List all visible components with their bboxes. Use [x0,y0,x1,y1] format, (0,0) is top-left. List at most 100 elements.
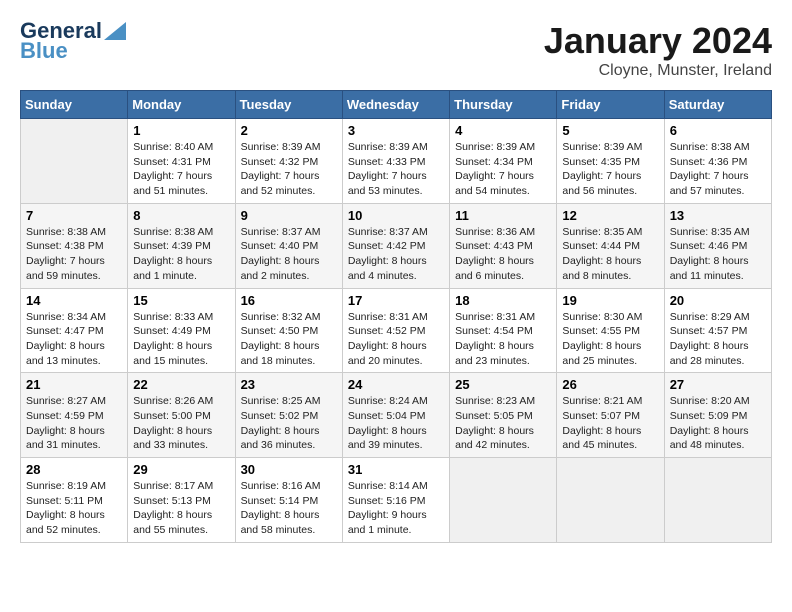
calendar-week-4: 21Sunrise: 8:27 AMSunset: 4:59 PMDayligh… [21,373,772,458]
calendar-cell: 4 Sunrise: 8:39 AMSunset: 4:34 PMDaylight… [450,119,557,204]
day-number: 2 [241,123,337,138]
title-section: January 2024 Cloyne, Munster, Ireland [544,20,772,80]
day-number: 6 [670,123,766,138]
calendar-cell: 26Sunrise: 8:21 AMSunset: 5:07 PMDayligh… [557,373,664,458]
day-info: Sunrise: 8:37 AMSunset: 4:40 PMDaylight:… [241,225,337,284]
day-number: 14 [26,293,122,308]
header-thursday: Thursday [450,91,557,119]
logo: General Blue [20,20,126,62]
day-number: 17 [348,293,444,308]
calendar-cell: 9Sunrise: 8:37 AMSunset: 4:40 PMDaylight… [235,203,342,288]
day-info: Sunrise: 8:17 AMSunset: 5:13 PMDaylight:… [133,479,229,538]
day-info: Sunrise: 8:39 AMSunset: 4:33 PMDaylight:… [348,140,444,199]
day-number: 7 [26,208,122,223]
day-info: Sunrise: 8:38 AMSunset: 4:36 PMDaylight:… [670,140,766,199]
calendar-cell: 3 Sunrise: 8:39 AMSunset: 4:33 PMDaylight… [342,119,449,204]
calendar-cell [21,119,128,204]
calendar-table: SundayMondayTuesdayWednesdayThursdayFrid… [20,90,772,543]
day-number: 20 [670,293,766,308]
day-number: 8 [133,208,229,223]
calendar-cell [450,458,557,543]
day-info: Sunrise: 8:16 AMSunset: 5:14 PMDaylight:… [241,479,337,538]
calendar-cell: 25Sunrise: 8:23 AMSunset: 5:05 PMDayligh… [450,373,557,458]
day-number: 13 [670,208,766,223]
day-info: Sunrise: 8:35 AMSunset: 4:44 PMDaylight:… [562,225,658,284]
day-number: 22 [133,377,229,392]
day-number: 12 [562,208,658,223]
day-info: Sunrise: 8:39 AMSunset: 4:32 PMDaylight:… [241,140,337,199]
header-tuesday: Tuesday [235,91,342,119]
calendar-cell: 6 Sunrise: 8:38 AMSunset: 4:36 PMDaylight… [664,119,771,204]
calendar-cell: 18Sunrise: 8:31 AMSunset: 4:54 PMDayligh… [450,288,557,373]
calendar-cell: 15 Sunrise: 8:33 AMSunset: 4:49 PMDayligh… [128,288,235,373]
calendar-cell: 1 Sunrise: 8:40 AMSunset: 4:31 PMDaylight… [128,119,235,204]
day-info: Sunrise: 8:21 AMSunset: 5:07 PMDaylight:… [562,394,658,453]
header-friday: Friday [557,91,664,119]
logo-icon [104,22,126,40]
day-info: Sunrise: 8:36 AMSunset: 4:43 PMDaylight:… [455,225,551,284]
day-info: Sunrise: 8:40 AMSunset: 4:31 PMDaylight:… [133,140,229,199]
calendar-cell: 7 Sunrise: 8:38 AMSunset: 4:38 PMDaylight… [21,203,128,288]
calendar-cell: 2 Sunrise: 8:39 AMSunset: 4:32 PMDaylight… [235,119,342,204]
day-number: 27 [670,377,766,392]
day-info: Sunrise: 8:20 AMSunset: 5:09 PMDaylight:… [670,394,766,453]
calendar-week-5: 28 Sunrise: 8:19 AMSunset: 5:11 PMDayligh… [21,458,772,543]
calendar-cell [557,458,664,543]
day-number: 29 [133,462,229,477]
day-info: Sunrise: 8:31 AMSunset: 4:52 PMDaylight:… [348,310,444,369]
calendar-cell: 14Sunrise: 8:34 AMSunset: 4:47 PMDayligh… [21,288,128,373]
day-info: Sunrise: 8:19 AMSunset: 5:11 PMDaylight:… [26,479,122,538]
day-number: 11 [455,208,551,223]
calendar-cell: 5Sunrise: 8:39 AMSunset: 4:35 PMDaylight… [557,119,664,204]
day-info: Sunrise: 8:39 AMSunset: 4:34 PMDaylight:… [455,140,551,199]
calendar-cell: 30 Sunrise: 8:16 AMSunset: 5:14 PMDayligh… [235,458,342,543]
calendar-cell: 23Sunrise: 8:25 AMSunset: 5:02 PMDayligh… [235,373,342,458]
calendar-cell: 10Sunrise: 8:37 AMSunset: 4:42 PMDayligh… [342,203,449,288]
calendar-header-row: SundayMondayTuesdayWednesdayThursdayFrid… [21,91,772,119]
day-number: 16 [241,293,337,308]
day-info: Sunrise: 8:32 AMSunset: 4:50 PMDaylight:… [241,310,337,369]
month-title: January 2024 [544,20,772,62]
day-info: Sunrise: 8:37 AMSunset: 4:42 PMDaylight:… [348,225,444,284]
calendar-cell [664,458,771,543]
logo-text-blue: Blue [20,40,68,62]
calendar-cell: 13 Sunrise: 8:35 AMSunset: 4:46 PMDayligh… [664,203,771,288]
day-number: 4 [455,123,551,138]
calendar-cell: 8 Sunrise: 8:38 AMSunset: 4:39 PMDaylight… [128,203,235,288]
day-number: 25 [455,377,551,392]
day-number: 15 [133,293,229,308]
day-number: 30 [241,462,337,477]
location-subtitle: Cloyne, Munster, Ireland [544,62,772,80]
day-info: Sunrise: 8:33 AMSunset: 4:49 PMDaylight:… [133,310,229,369]
header-wednesday: Wednesday [342,91,449,119]
calendar-cell: 12 Sunrise: 8:35 AMSunset: 4:44 PMDayligh… [557,203,664,288]
header-monday: Monday [128,91,235,119]
day-number: 5 [562,123,658,138]
day-number: 31 [348,462,444,477]
calendar-cell: 17 Sunrise: 8:31 AMSunset: 4:52 PMDayligh… [342,288,449,373]
day-info: Sunrise: 8:38 AMSunset: 4:39 PMDaylight:… [133,225,229,284]
day-info: Sunrise: 8:31 AMSunset: 4:54 PMDaylight:… [455,310,551,369]
day-number: 23 [241,377,337,392]
calendar-cell: 11 Sunrise: 8:36 AMSunset: 4:43 PMDayligh… [450,203,557,288]
day-info: Sunrise: 8:35 AMSunset: 4:46 PMDaylight:… [670,225,766,284]
calendar-cell: 20 Sunrise: 8:29 AMSunset: 4:57 PMDayligh… [664,288,771,373]
header-saturday: Saturday [664,91,771,119]
day-number: 21 [26,377,122,392]
day-info: Sunrise: 8:26 AMSunset: 5:00 PMDaylight:… [133,394,229,453]
page-header: General Blue January 2024 Cloyne, Munste… [20,20,772,80]
calendar-cell: 27 Sunrise: 8:20 AMSunset: 5:09 PMDayligh… [664,373,771,458]
day-number: 3 [348,123,444,138]
calendar-cell: 29 Sunrise: 8:17 AMSunset: 5:13 PMDayligh… [128,458,235,543]
calendar-cell: 31Sunrise: 8:14 AMSunset: 5:16 PMDayligh… [342,458,449,543]
day-number: 1 [133,123,229,138]
day-number: 24 [348,377,444,392]
day-info: Sunrise: 8:30 AMSunset: 4:55 PMDaylight:… [562,310,658,369]
day-number: 19 [562,293,658,308]
day-info: Sunrise: 8:29 AMSunset: 4:57 PMDaylight:… [670,310,766,369]
header-sunday: Sunday [21,91,128,119]
day-info: Sunrise: 8:38 AMSunset: 4:38 PMDaylight:… [26,225,122,284]
calendar-cell: 24 Sunrise: 8:24 AMSunset: 5:04 PMDayligh… [342,373,449,458]
day-info: Sunrise: 8:24 AMSunset: 5:04 PMDaylight:… [348,394,444,453]
day-number: 28 [26,462,122,477]
